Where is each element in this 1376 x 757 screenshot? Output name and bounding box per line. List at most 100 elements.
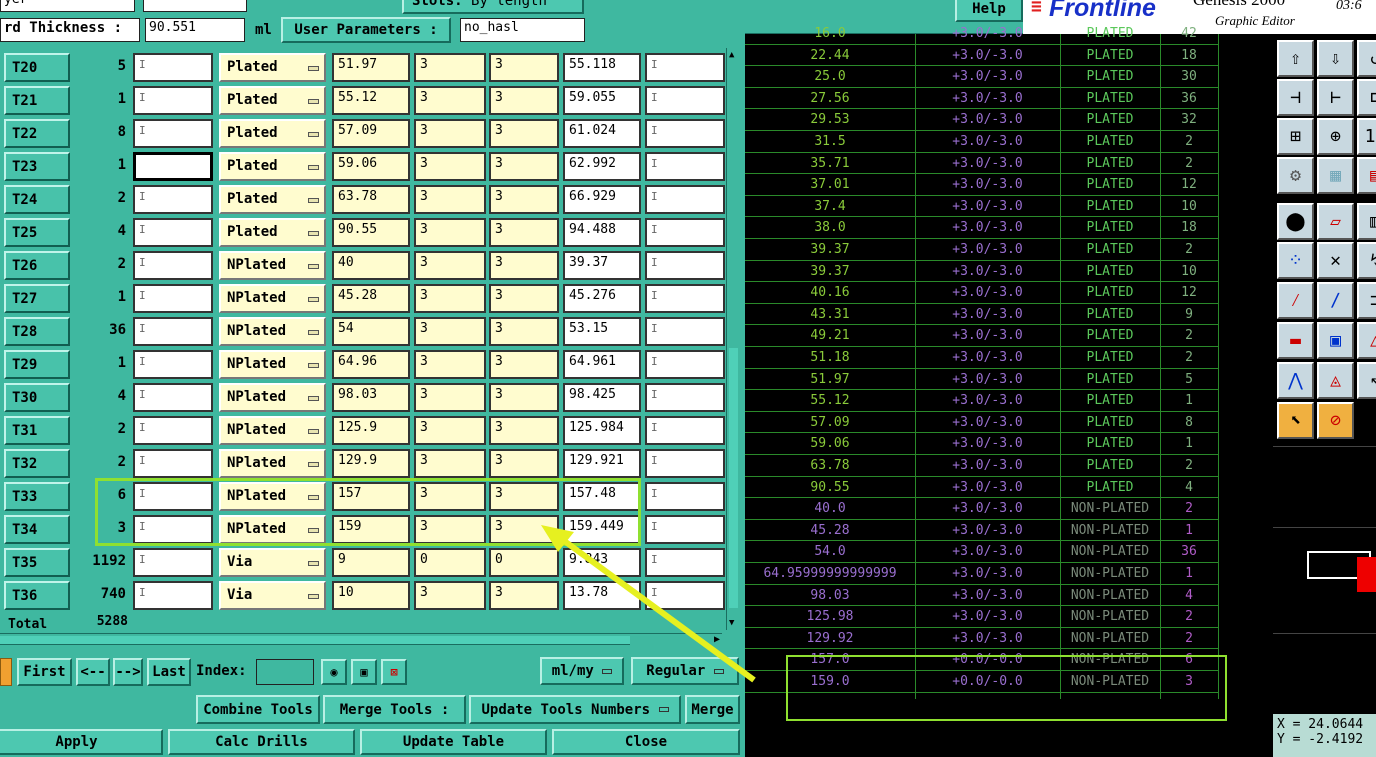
tool-finish-input[interactable]: 125.984 (563, 416, 641, 445)
layer-field[interactable]: yer (0, 0, 135, 12)
stop-icon[interactable]: ↖ (1357, 362, 1376, 399)
connect-icon[interactable]: ⬤ (1277, 203, 1314, 240)
tool-name-button[interactable]: T35 (4, 548, 70, 577)
mirror-icon[interactable]: ⊣ (1277, 79, 1314, 116)
tool-size-input[interactable]: 55.12 (332, 86, 410, 115)
tool-size-input[interactable]: 64.96 (332, 350, 410, 379)
tool-comment-input[interactable]: I (133, 218, 213, 247)
tool-comment-input[interactable]: I (133, 284, 213, 313)
tool-tol-minus-input[interactable]: 3 (489, 119, 559, 148)
slots-option[interactable]: Slots: By length (402, 0, 584, 14)
tool-type-option[interactable]: Plated (219, 119, 326, 148)
units-option[interactable]: ml/my (540, 657, 624, 685)
tool-extra-input[interactable]: I (645, 515, 725, 544)
tool-size-input[interactable]: 125.9 (332, 416, 410, 445)
tool-comment-input[interactable]: I (133, 350, 213, 379)
tool-size-input[interactable]: 129.9 (332, 449, 410, 478)
copy-icon[interactable]: ⇩ (1317, 40, 1354, 77)
tool-name-button[interactable]: T30 (4, 383, 70, 412)
tool-extra-input[interactable]: I (645, 218, 725, 247)
tool-tol-plus-input[interactable]: 3 (414, 86, 486, 115)
tool-extra-input[interactable]: I (645, 449, 725, 478)
user-parameters-button[interactable]: User Parameters : (281, 17, 451, 43)
tool-type-option[interactable]: NPlated (219, 416, 326, 445)
tool-finish-input[interactable]: 98.425 (563, 383, 641, 412)
reshape-icon[interactable]: ▥ (1357, 203, 1376, 240)
tool-tol-minus-input[interactable]: 3 (489, 317, 559, 346)
tool-name-button[interactable]: T28 (4, 317, 70, 346)
tool-comment-input[interactable]: I (133, 383, 213, 412)
horizontal-scrollbar[interactable]: ▶ (0, 633, 722, 647)
index-input[interactable] (256, 659, 314, 685)
tool-comment-input[interactable]: I (133, 119, 213, 148)
tool-tol-plus-input[interactable]: 3 (414, 152, 486, 181)
tool-type-option[interactable]: Plated (219, 152, 326, 181)
break-icon[interactable]: ⊞ (1277, 118, 1314, 155)
tool-finish-input[interactable]: 39.37 (563, 251, 641, 280)
tool-comment-input[interactable]: I (133, 317, 213, 346)
clear-icon[interactable]: ⊠ (381, 659, 407, 685)
edit-icon[interactable]: ▦ (1317, 157, 1354, 194)
dash-icon[interactable]: ∕ (1317, 282, 1354, 319)
move-icon[interactable]: ⇧ (1277, 40, 1314, 77)
tool-type-option[interactable]: Via (219, 581, 326, 610)
vscroll-thumb[interactable] (729, 348, 738, 608)
tool-extra-input[interactable]: I (645, 482, 725, 511)
tool-name-button[interactable]: T21 (4, 86, 70, 115)
combine-tools-button[interactable]: Combine Tools (196, 695, 320, 724)
tool-name-button[interactable]: T20 (4, 53, 70, 82)
tool-name-button[interactable]: T23 (4, 152, 70, 181)
tool-tol-plus-input[interactable]: 3 (414, 119, 486, 148)
tool-tol-plus-input[interactable]: 3 (414, 218, 486, 247)
tool-tol-plus-input[interactable]: 3 (414, 317, 486, 346)
tool-extra-input[interactable]: I (645, 53, 725, 82)
tool-extra-input[interactable]: I (645, 284, 725, 313)
tool-tol-minus-input[interactable]: 3 (489, 350, 559, 379)
tool-size-input[interactable]: 59.06 (332, 152, 410, 181)
tool-size-input[interactable]: 51.97 (332, 53, 410, 82)
tool-extra-input[interactable]: I (645, 581, 725, 610)
tool-tol-minus-input[interactable]: 3 (489, 185, 559, 214)
tool-finish-input[interactable]: 64.961 (563, 350, 641, 379)
tool-tol-minus-input[interactable]: 3 (489, 383, 559, 412)
tool-comment-input[interactable] (133, 152, 213, 181)
close-button[interactable]: Close (552, 729, 740, 755)
tool-type-option[interactable]: Plated (219, 218, 326, 247)
tool-comment-input[interactable]: I (133, 548, 213, 577)
tool-name-button[interactable]: T25 (4, 218, 70, 247)
tool-type-option[interactable]: NPlated (219, 350, 326, 379)
update-table-button[interactable]: Update Table (360, 729, 547, 755)
tool-type-option[interactable]: Plated (219, 53, 326, 82)
tool-finish-input[interactable]: 13.78 (563, 581, 641, 610)
last-button[interactable]: Last (147, 658, 191, 686)
tool-size-input[interactable]: 9 (332, 548, 410, 577)
line2-icon[interactable]: ✕ (1317, 242, 1354, 279)
select-box-icon[interactable]: ◬ (1317, 362, 1354, 399)
tool-tol-plus-input[interactable]: 3 (414, 449, 486, 478)
tool-name-button[interactable]: T26 (4, 251, 70, 280)
tool-tol-minus-input[interactable]: 3 (489, 581, 559, 610)
apply-button[interactable]: Apply (0, 729, 163, 755)
tool-type-option[interactable]: Plated (219, 86, 326, 115)
tool-tol-plus-input[interactable]: 3 (414, 383, 486, 412)
tool-extra-input[interactable]: I (645, 251, 725, 280)
tool-tol-minus-input[interactable]: 0 (489, 548, 559, 577)
tool-type-option[interactable]: NPlated (219, 284, 326, 313)
vertical-scrollbar[interactable]: ▲ ▼ (726, 48, 740, 630)
move-icon[interactable]: ⬉ (1277, 402, 1314, 439)
delete-icon[interactable]: ▱ (1317, 203, 1354, 240)
copy-icon[interactable]: ⊘ (1317, 402, 1354, 439)
frame-icon[interactable]: ⊐ (1357, 282, 1376, 319)
tool-tol-minus-input[interactable]: 3 (489, 284, 559, 313)
tool-type-option[interactable]: NPlated (219, 449, 326, 478)
tool-type-option[interactable]: Via (219, 548, 326, 577)
tool-size-input[interactable]: 98.03 (332, 383, 410, 412)
tool-size-input[interactable]: 40 (332, 251, 410, 280)
tool-comment-input[interactable]: I (133, 449, 213, 478)
tool-extra-input[interactable]: I (645, 119, 725, 148)
tool-size-input[interactable]: 57.09 (332, 119, 410, 148)
tool-finish-input[interactable]: 53.15 (563, 317, 641, 346)
tool-tol-minus-input[interactable]: 3 (489, 416, 559, 445)
tool-extra-input[interactable]: I (645, 86, 725, 115)
tool-name-button[interactable]: T31 (4, 416, 70, 445)
